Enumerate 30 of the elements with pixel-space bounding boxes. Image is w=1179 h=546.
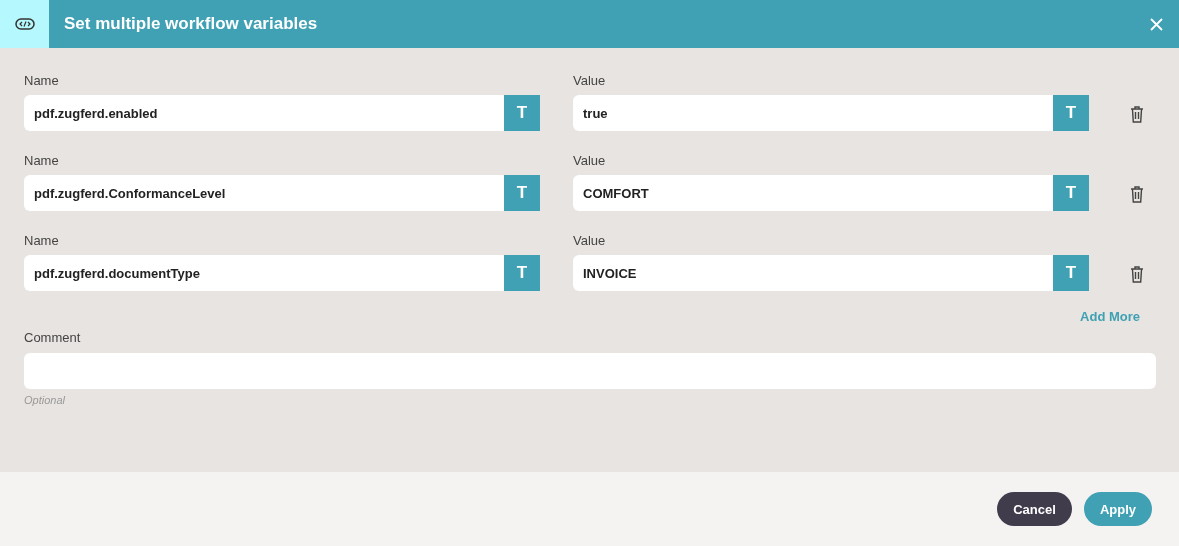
trash-icon[interactable] bbox=[1130, 106, 1144, 123]
code-icon bbox=[14, 18, 35, 30]
type-button[interactable]: T bbox=[1053, 95, 1089, 131]
dialog-title: Set multiple workflow variables bbox=[64, 14, 319, 34]
text-field[interactable]: pdf.zugferd.documentType bbox=[24, 255, 504, 291]
text-field[interactable]: pdf.zugferd.enabled bbox=[24, 95, 504, 131]
comment-field[interactable] bbox=[24, 353, 1156, 389]
type-button[interactable]: T bbox=[504, 95, 540, 131]
text-field[interactable]: INVOICE bbox=[573, 255, 1053, 291]
apply-button[interactable]: Apply bbox=[1083, 492, 1152, 526]
field-label: Name bbox=[24, 73, 59, 89]
field-label: Value bbox=[573, 153, 606, 169]
field-label: Value bbox=[573, 73, 606, 89]
type-button[interactable]: T bbox=[1053, 255, 1089, 291]
type-button[interactable]: T bbox=[504, 255, 540, 291]
trash-icon[interactable] bbox=[1130, 266, 1144, 283]
type-button[interactable]: T bbox=[1053, 175, 1089, 211]
text-field[interactable]: pdf.zugferd.ConformanceLevel bbox=[24, 175, 504, 211]
comment-hint: Optional bbox=[24, 394, 65, 406]
field-label: Name bbox=[24, 153, 59, 169]
comment-label: Comment bbox=[24, 330, 81, 346]
trash-icon[interactable] bbox=[1130, 186, 1144, 203]
text-field[interactable]: COMFORT bbox=[573, 175, 1053, 211]
field-label: Value bbox=[573, 233, 606, 249]
text-field[interactable]: true bbox=[573, 95, 1053, 131]
add-more-link[interactable]: Add More bbox=[1080, 309, 1140, 324]
close-icon[interactable] bbox=[1150, 17, 1163, 31]
field-label: Name bbox=[24, 233, 59, 249]
type-button[interactable]: T bbox=[504, 175, 540, 211]
cancel-button[interactable]: Cancel bbox=[997, 492, 1072, 526]
